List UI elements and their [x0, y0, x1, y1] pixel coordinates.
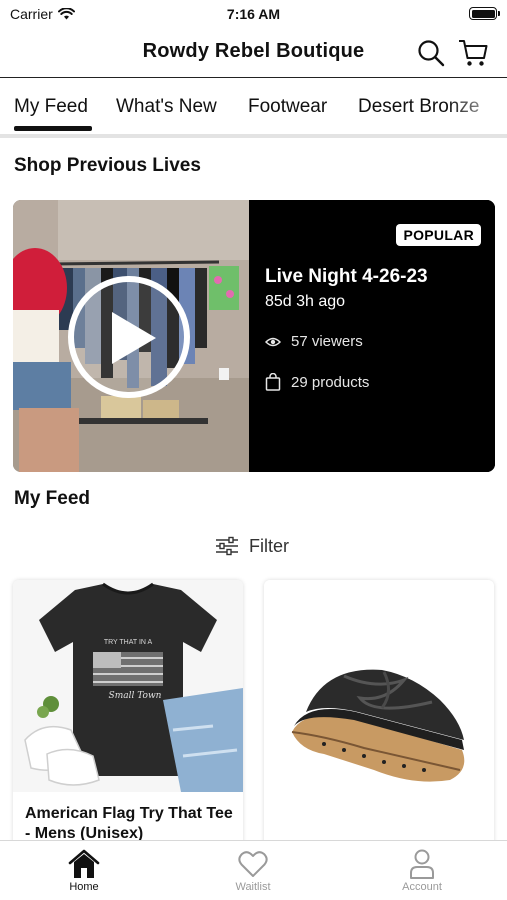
active-tab-indicator — [14, 126, 92, 131]
play-icon — [112, 312, 156, 364]
sandal-product-photo — [264, 580, 494, 792]
product-image[interactable]: TRY THAT IN A Small Town — [13, 580, 243, 792]
product-name[interactable]: American Flag Try That Tee - Mens (Unise… — [25, 804, 235, 844]
app-header: Rowdy Rebel Boutique — [0, 28, 507, 78]
filter-label: Filter — [249, 535, 289, 556]
battery-icon — [469, 7, 500, 20]
tab-footwear[interactable]: Footwear — [248, 96, 327, 118]
nav-account[interactable]: Account — [372, 847, 472, 900]
previous-lives-heading: Shop Previous Lives — [14, 155, 201, 176]
search-icon — [418, 40, 445, 67]
person-icon — [410, 849, 434, 879]
play-button[interactable] — [68, 276, 190, 398]
status-bar: Carrier 7:16 AM — [0, 0, 507, 28]
bottom-tab-bar: Home Waitlist Account — [0, 840, 507, 900]
home-icon — [68, 849, 100, 878]
tab-whats-new[interactable]: What's New — [116, 96, 217, 118]
products-stat: 29 products — [265, 373, 369, 391]
tabs-fade-overlay — [447, 80, 507, 132]
tshirt-product-photo: TRY THAT IN A Small Town — [13, 580, 243, 792]
shirt-print-text: TRY THAT IN A — [104, 639, 153, 646]
live-title: Live Night 4-26-23 — [265, 266, 428, 287]
live-replay-card[interactable]: POPULAR Live Night 4-26-23 85d 3h ago 57… — [13, 200, 495, 472]
viewers-count: 57 viewers — [291, 333, 363, 350]
shirt-script-text: Small Town — [109, 691, 162, 701]
cart-button[interactable] — [457, 37, 489, 69]
filter-button[interactable]: Filter — [215, 533, 289, 559]
nav-account-label: Account — [402, 881, 442, 893]
heart-icon — [238, 851, 268, 877]
product-card[interactable]: TRY THAT IN A Small Town American Flag T… — [13, 580, 243, 850]
search-button[interactable] — [415, 37, 447, 69]
live-video-thumbnail[interactable] — [13, 200, 249, 472]
tabs-scroll-track — [0, 134, 507, 138]
nav-waitlist[interactable]: Waitlist — [203, 847, 303, 900]
products-count: 29 products — [291, 373, 370, 391]
nav-home-label: Home — [69, 881, 99, 893]
live-info-panel: POPULAR Live Night 4-26-23 85d 3h ago 57… — [249, 200, 495, 472]
tab-my-feed[interactable]: My Feed — [14, 96, 88, 118]
popular-badge: POPULAR — [396, 224, 481, 246]
nav-home[interactable]: Home — [34, 847, 134, 900]
product-image[interactable] — [264, 580, 494, 792]
cart-icon — [459, 40, 488, 66]
filter-sliders-icon — [216, 536, 238, 556]
shopping-bag-icon — [265, 373, 281, 391]
viewers-stat: 57 viewers — [265, 333, 363, 350]
product-card[interactable] — [264, 580, 494, 850]
status-time: 7:16 AM — [226, 6, 281, 22]
live-time-ago: 85d 3h ago — [265, 293, 346, 310]
eye-icon — [265, 337, 281, 346]
category-tabs: My Feed What's New Footwear Desert Bronz… — [0, 80, 507, 136]
nav-waitlist-label: Waitlist — [235, 881, 271, 893]
my-feed-heading: My Feed — [14, 488, 91, 509]
